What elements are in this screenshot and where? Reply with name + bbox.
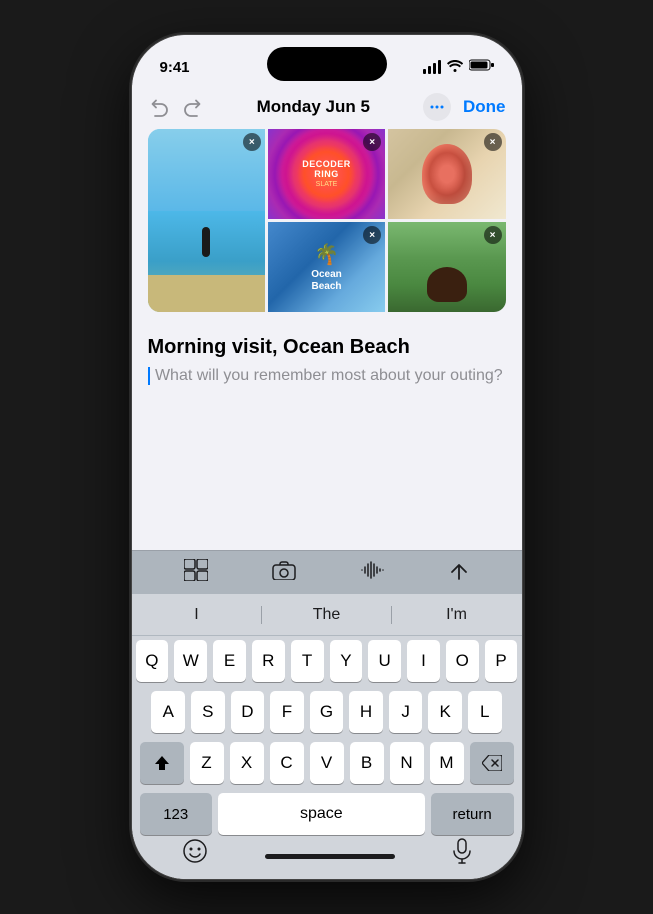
- signal-icon: [423, 60, 441, 74]
- phone-frame: 9:41: [132, 35, 522, 879]
- return-key[interactable]: return: [431, 793, 514, 835]
- battery-icon: [469, 58, 494, 76]
- keyboard-body: Q W E R T Y U I O P A S: [132, 636, 522, 841]
- key-m[interactable]: M: [430, 742, 464, 784]
- dog-cell[interactable]: ×: [388, 222, 505, 312]
- beach-close-button[interactable]: ×: [243, 133, 261, 151]
- palm-icon: 🌴: [314, 242, 339, 267]
- photo-grid-icon[interactable]: [184, 559, 208, 587]
- toolbar-left: [148, 96, 204, 118]
- home-indicator: [265, 854, 395, 859]
- note-area[interactable]: Morning visit, Ocean Beach What will you…: [132, 324, 522, 550]
- ocean-beach-cell[interactable]: 🌴 Ocean Beach ×: [268, 222, 385, 312]
- key-j[interactable]: J: [389, 691, 423, 733]
- camera-icon[interactable]: [272, 560, 296, 586]
- note-placeholder: What will you remember most about your o…: [155, 367, 503, 384]
- media-grid: × DECODERRING SLATE ×: [148, 129, 506, 312]
- note-title: Morning visit, Ocean Beach: [148, 336, 506, 359]
- phone-screen: 9:41: [132, 35, 522, 879]
- key-c[interactable]: C: [270, 742, 304, 784]
- key-v[interactable]: V: [310, 742, 344, 784]
- dog-close-button[interactable]: ×: [484, 226, 502, 244]
- emoji-icon[interactable]: [182, 838, 208, 870]
- backspace-key[interactable]: [470, 742, 514, 784]
- space-key[interactable]: space: [218, 793, 425, 835]
- dynamic-island: [267, 47, 387, 81]
- key-l[interactable]: L: [468, 691, 502, 733]
- predictive-word-3[interactable]: I'm: [392, 600, 522, 630]
- key-f[interactable]: F: [270, 691, 304, 733]
- key-t[interactable]: T: [291, 640, 324, 682]
- shell-cell[interactable]: ×: [388, 129, 505, 219]
- toolbar-right: Done: [423, 93, 506, 121]
- media-section: × DECODERRING SLATE ×: [132, 129, 522, 324]
- key-h[interactable]: H: [349, 691, 383, 733]
- redo-button[interactable]: [182, 96, 204, 118]
- status-time: 9:41: [160, 59, 190, 76]
- podcast-subtitle: SLATE: [316, 181, 338, 188]
- podcast-title: DECODERRING: [302, 160, 351, 180]
- shell-close-button[interactable]: ×: [484, 133, 502, 151]
- accessory-bar: [132, 550, 522, 594]
- key-g[interactable]: G: [310, 691, 344, 733]
- undo-button[interactable]: [148, 96, 170, 118]
- done-button[interactable]: Done: [463, 97, 506, 117]
- numbers-key[interactable]: 123: [140, 793, 212, 835]
- keyboard-row-3: Z X C V B N M: [136, 742, 518, 784]
- predictive-word-2[interactable]: The: [262, 600, 392, 630]
- status-bar: 9:41: [132, 35, 522, 85]
- key-z[interactable]: Z: [190, 742, 224, 784]
- predictive-word-1[interactable]: I: [132, 600, 262, 630]
- podcast-cell[interactable]: DECODERRING SLATE ×: [268, 129, 385, 219]
- key-b[interactable]: B: [350, 742, 384, 784]
- keyboard-row-2: A S D F G H J K L: [136, 691, 518, 733]
- key-x[interactable]: X: [230, 742, 264, 784]
- microphone-icon[interactable]: [452, 838, 472, 870]
- app-content: Monday Jun 5 Done: [132, 85, 522, 879]
- more-button[interactable]: [423, 93, 451, 121]
- key-n[interactable]: N: [390, 742, 424, 784]
- keyboard-bottom-row: 123 space return: [136, 793, 518, 835]
- predictive-bar: I The I'm: [132, 594, 522, 636]
- wifi-icon: [447, 60, 463, 75]
- keyboard-row-1: Q W E R T Y U I O P: [136, 640, 518, 682]
- ocean-beach-label: Ocean Beach: [311, 269, 342, 293]
- status-icons: [423, 58, 494, 76]
- key-k[interactable]: K: [428, 691, 462, 733]
- keyboard-section: I The I'm Q W E R T Y U I: [132, 550, 522, 879]
- home-bar-area: [132, 841, 522, 871]
- key-w[interactable]: W: [174, 640, 207, 682]
- text-cursor: [148, 367, 150, 385]
- shift-key[interactable]: [140, 742, 184, 784]
- key-r[interactable]: R: [252, 640, 285, 682]
- note-body: What will you remember most about your o…: [148, 365, 506, 387]
- key-e[interactable]: E: [213, 640, 246, 682]
- key-i[interactable]: I: [407, 640, 440, 682]
- key-d[interactable]: D: [231, 691, 265, 733]
- key-u[interactable]: U: [368, 640, 401, 682]
- toolbar-title: Monday Jun 5: [204, 97, 424, 117]
- waveform-icon[interactable]: [360, 560, 384, 586]
- key-o[interactable]: O: [446, 640, 479, 682]
- toolbar: Monday Jun 5 Done: [132, 85, 522, 129]
- key-q[interactable]: Q: [136, 640, 169, 682]
- key-y[interactable]: Y: [330, 640, 363, 682]
- key-s[interactable]: S: [191, 691, 225, 733]
- beach-photo: [148, 129, 265, 312]
- beach-photo-cell[interactable]: ×: [148, 129, 265, 312]
- key-p[interactable]: P: [485, 640, 518, 682]
- key-a[interactable]: A: [151, 691, 185, 733]
- send-icon[interactable]: [448, 559, 470, 587]
